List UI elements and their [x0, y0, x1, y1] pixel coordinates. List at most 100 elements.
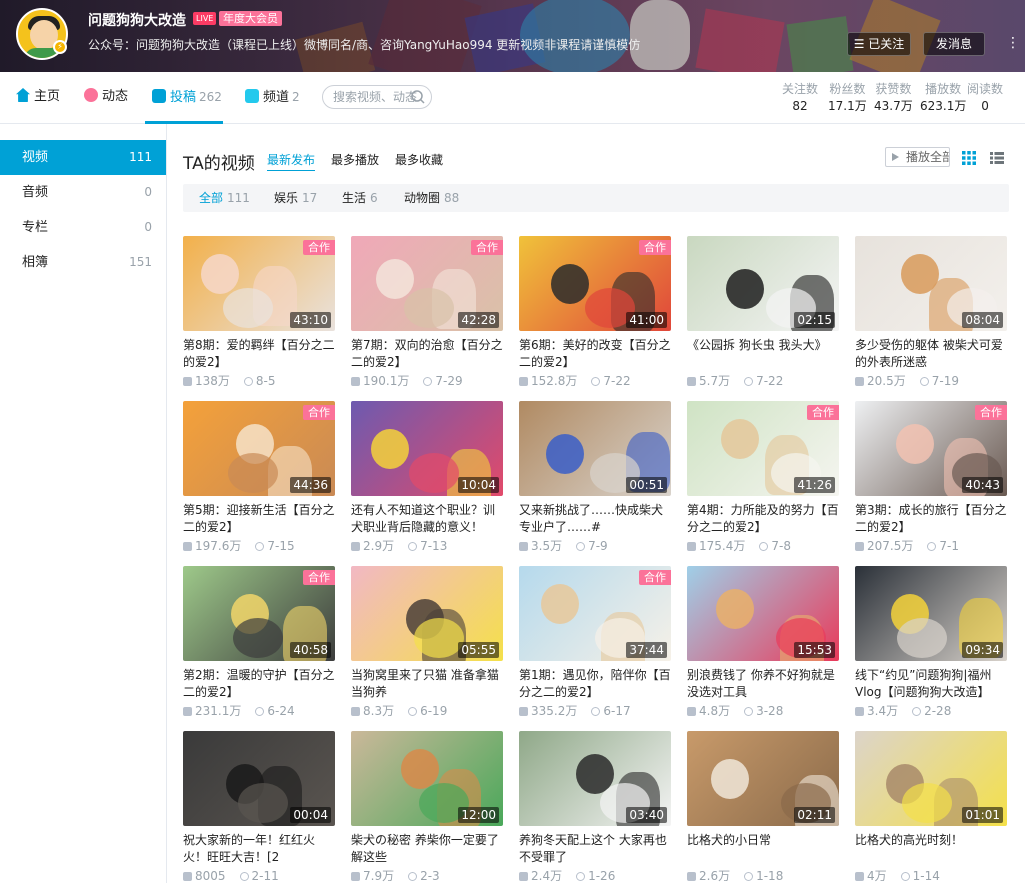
- video-card[interactable]: 08:04 多少受伤的躯体 被柴犬可爱的外表所迷惑 20.5万 7-19: [855, 236, 1007, 388]
- video-card[interactable]: 合作 41:26 第4期：力所能及的努力【百分之二的爱2】 175.4万 7-8: [687, 401, 839, 553]
- video-title[interactable]: 别浪费钱了 你养不好狗就是没选对工具: [687, 667, 839, 701]
- video-title[interactable]: 第3期：成长的旅行【百分之二的爱2】: [855, 502, 1007, 536]
- video-title[interactable]: 第2期：温暖的守护【百分之二的爱2】: [183, 667, 335, 701]
- video-thumbnail[interactable]: 02:15: [687, 236, 839, 331]
- stat-fans[interactable]: 粉丝数 17.1万: [828, 82, 867, 114]
- video-title[interactable]: 第7期：双向的治愈【百分之二的爱2】: [351, 337, 503, 371]
- video-title[interactable]: 还有人不知道这个职业？训犬职业背后隐藏的意义！: [351, 502, 503, 536]
- video-card[interactable]: 02:11 比格犬的小日常 2.6万 1-18: [687, 731, 839, 883]
- tab-submissions[interactable]: 投稿 262: [152, 72, 222, 124]
- video-thumbnail[interactable]: 00:51: [519, 401, 671, 496]
- clock-icon: [576, 872, 586, 881]
- video-thumbnail[interactable]: 15:53: [687, 566, 839, 661]
- stat-following[interactable]: 关注数 82: [782, 82, 818, 114]
- video-card[interactable]: 02:15 《公园拆 狗长虫 我头大》 5.7万 7-22: [687, 236, 839, 388]
- sidebar-item-articles[interactable]: 专栏 0: [0, 210, 166, 245]
- video-card[interactable]: 01:01 比格犬的高光时刻！ 4万 1-14: [855, 731, 1007, 883]
- play-count: 8005: [195, 869, 226, 883]
- filter-entertainment[interactable]: 娱乐 17: [274, 184, 317, 212]
- video-card[interactable]: 合作 41:00 第6期：美好的改变【百分之二的爱2】 152.8万 7-22: [519, 236, 671, 388]
- search-icon[interactable]: [410, 89, 426, 105]
- video-card[interactable]: 合作 44:36 第5期：迎接新生活【百分之二的爱2】 197.6万 7-15: [183, 401, 335, 553]
- list-view-icon[interactable]: [990, 151, 1004, 165]
- play-all-button[interactable]: 播放全部: [885, 147, 950, 167]
- filter-animals[interactable]: 动物圈 88: [404, 184, 459, 212]
- video-duration: 41:26: [794, 477, 835, 493]
- video-thumbnail[interactable]: 00:04: [183, 731, 335, 826]
- video-title[interactable]: 第1期：遇见你，陪伴你【百分之二的爱2】: [519, 667, 671, 701]
- video-thumbnail[interactable]: 10:04: [351, 401, 503, 496]
- sidebar-item-video[interactable]: 视频 111: [0, 140, 166, 175]
- video-card[interactable]: 05:55 当狗窝里来了只猫 准备拿猫当狗养 8.3万 6-19: [351, 566, 503, 718]
- video-title[interactable]: 第8期：爱的羁绊【百分之二的爱2】: [183, 337, 335, 371]
- video-thumbnail[interactable]: 12:00: [351, 731, 503, 826]
- video-thumbnail[interactable]: 01:01: [855, 731, 1007, 826]
- video-title[interactable]: 线下“约见”问题狗狗|福州Vlog【问题狗狗大改造】: [855, 667, 1007, 701]
- username[interactable]: 问题狗狗大改造: [88, 10, 186, 30]
- video-card[interactable]: 12:00 柴犬の秘密 养柴你一定要了解这些 7.9万 2-3: [351, 731, 503, 883]
- video-title[interactable]: 又来新挑战了……快成柴犬专业户了……#: [519, 502, 671, 536]
- video-title[interactable]: 比格犬的小日常: [687, 832, 839, 866]
- video-card[interactable]: 03:40 养狗冬天配上这个 大家再也不受罪了 2.4万 1-26: [519, 731, 671, 883]
- video-title[interactable]: 第6期：美好的改变【百分之二的爱2】: [519, 337, 671, 371]
- video-thumbnail[interactable]: 02:11: [687, 731, 839, 826]
- video-card[interactable]: 合作 37:44 第1期：遇见你，陪伴你【百分之二的爱2】 335.2万 6-17: [519, 566, 671, 718]
- video-title[interactable]: 第5期：迎接新生活【百分之二的爱2】: [183, 502, 335, 536]
- tab-channels[interactable]: 频道 2: [245, 72, 300, 124]
- play-icon: [892, 153, 899, 161]
- video-thumbnail[interactable]: 合作 42:28: [351, 236, 503, 331]
- upload-date: 8-5: [255, 374, 276, 388]
- send-message-button[interactable]: 发消息: [923, 32, 985, 56]
- video-card[interactable]: 15:53 别浪费钱了 你养不好狗就是没选对工具 4.8万 3-28: [687, 566, 839, 718]
- upload-date: 2-28: [924, 704, 952, 718]
- tab-home-label: 主页: [34, 89, 61, 104]
- divider: [166, 124, 167, 883]
- filter-label: 娱乐: [274, 191, 299, 205]
- video-card[interactable]: 合作 40:58 第2期：温暖的守护【百分之二的爱2】 231.1万 6-24: [183, 566, 335, 718]
- sort-most-favorited[interactable]: 最多收藏: [395, 151, 443, 168]
- video-title[interactable]: 祝大家新的一年！红红火火！旺旺大吉！[2: [183, 832, 335, 866]
- video-card[interactable]: 00:04 祝大家新的一年！红红火火！旺旺大吉！[2 8005 2-11: [183, 731, 335, 883]
- follow-button[interactable]: ☰ 已关注: [847, 32, 911, 56]
- video-thumbnail[interactable]: 05:55: [351, 566, 503, 661]
- video-title[interactable]: 多少受伤的躯体 被柴犬可爱的外表所迷惑: [855, 337, 1007, 371]
- video-card[interactable]: 00:51 又来新挑战了……快成柴犬专业户了……# 3.5万 7-9: [519, 401, 671, 553]
- video-title[interactable]: 养狗冬天配上这个 大家再也不受罪了: [519, 832, 671, 866]
- video-thumbnail[interactable]: 09:34: [855, 566, 1007, 661]
- video-card[interactable]: 合作 42:28 第7期：双向的治愈【百分之二的爱2】 190.1万 7-29: [351, 236, 503, 388]
- sidebar-item-albums[interactable]: 相簿 151: [0, 245, 166, 280]
- tab-dynamic[interactable]: 动态: [84, 72, 128, 124]
- filter-life[interactable]: 生活 6: [342, 184, 378, 212]
- video-title[interactable]: 柴犬の秘密 养柴你一定要了解这些: [351, 832, 503, 866]
- video-thumbnail[interactable]: 合作 40:43: [855, 401, 1007, 496]
- tab-submissions-count: 262: [199, 90, 222, 104]
- video-title[interactable]: 比格犬的高光时刻！: [855, 832, 1007, 866]
- filter-all[interactable]: 全部 111: [199, 184, 250, 212]
- video-thumbnail[interactable]: 合作 40:58: [183, 566, 335, 661]
- sort-latest[interactable]: 最新发布: [267, 151, 316, 171]
- grid-view-icon[interactable]: [962, 151, 976, 165]
- video-title[interactable]: 当狗窝里来了只猫 准备拿猫当狗养: [351, 667, 503, 701]
- video-card[interactable]: 合作 40:43 第3期：成长的旅行【百分之二的爱2】 207.5万 7-1: [855, 401, 1007, 553]
- video-card[interactable]: 合作 43:10 第8期：爱的羁绊【百分之二的爱2】 138万 8-5: [183, 236, 335, 388]
- more-options-icon[interactable]: ⋮: [1005, 32, 1021, 56]
- video-thumbnail[interactable]: 合作 37:44: [519, 566, 671, 661]
- video-card[interactable]: 09:34 线下“约见”问题狗狗|福州Vlog【问题狗狗大改造】 3.4万 2-28: [855, 566, 1007, 718]
- video-duration: 41:00: [626, 312, 667, 328]
- video-card[interactable]: 10:04 还有人不知道这个职业？训犬职业背后隐藏的意义！ 2.9万 7-13: [351, 401, 503, 553]
- video-title[interactable]: 第4期：力所能及的努力【百分之二的爱2】: [687, 502, 839, 536]
- live-badge[interactable]: LIVE: [193, 12, 217, 25]
- filter-label: 动物圈: [404, 191, 441, 205]
- video-thumbnail[interactable]: 合作 41:26: [687, 401, 839, 496]
- video-title[interactable]: 《公园拆 狗长虫 我头大》: [687, 337, 839, 371]
- video-thumbnail[interactable]: 合作 43:10: [183, 236, 335, 331]
- sort-most-played[interactable]: 最多播放: [331, 151, 379, 168]
- sidebar-item-audio[interactable]: 音频 0: [0, 175, 166, 210]
- tab-submissions-label: 投稿: [170, 90, 197, 105]
- video-meta: 2.9万 7-13: [351, 539, 503, 553]
- video-thumbnail[interactable]: 合作 44:36: [183, 401, 335, 496]
- tab-home[interactable]: 主页: [16, 72, 60, 124]
- video-thumbnail[interactable]: 08:04: [855, 236, 1007, 331]
- video-thumbnail[interactable]: 03:40: [519, 731, 671, 826]
- video-thumbnail[interactable]: 合作 41:00: [519, 236, 671, 331]
